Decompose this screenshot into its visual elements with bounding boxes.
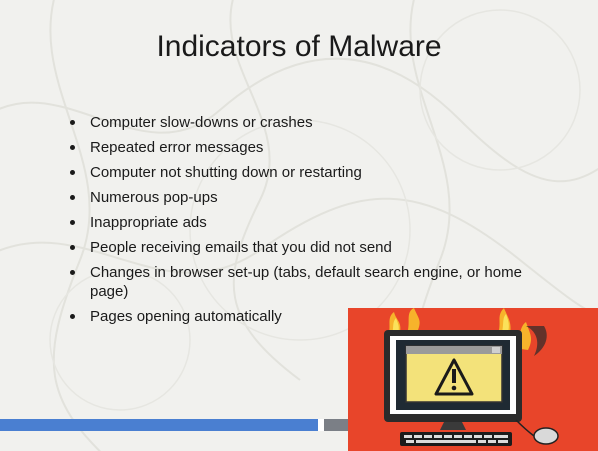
- burning-computer-warning-icon: [348, 308, 598, 451]
- bullet-text: Inappropriate ads: [90, 214, 207, 231]
- bullet-list: Computer slow-downs or crashes Repeated …: [66, 113, 536, 332]
- bullet-dot-icon: [70, 270, 75, 275]
- bullet-text: Computer not shutting down or restarting: [90, 164, 362, 181]
- bullet-item: Computer slow-downs or crashes: [66, 113, 536, 132]
- bullet-dot-icon: [70, 120, 75, 125]
- slide-title: Indicators of Malware: [156, 30, 442, 63]
- bullet-item: Computer not shutting down or restarting: [66, 163, 536, 182]
- bullet-item: People receiving emails that you did not…: [66, 238, 536, 257]
- bullet-dot-icon: [70, 145, 75, 150]
- bullet-text: Computer slow-downs or crashes: [90, 114, 313, 131]
- bullet-dot-icon: [70, 170, 75, 175]
- bullet-text: Repeated error messages: [90, 139, 264, 156]
- bullet-dot-icon: [70, 195, 75, 200]
- bullet-text: Changes in browser set-up (tabs, default…: [90, 264, 522, 300]
- bullet-dot-icon: [70, 245, 75, 250]
- bullet-item: Numerous pop-ups: [66, 188, 536, 207]
- footer-bar-blue: [0, 419, 318, 431]
- bullet-text: Pages opening automatically: [90, 308, 282, 325]
- bullet-item: Inappropriate ads: [66, 213, 536, 232]
- bullet-item: Repeated error messages: [66, 138, 536, 157]
- bullet-item: Changes in browser set-up (tabs, default…: [66, 263, 536, 301]
- bullet-text: Numerous pop-ups: [90, 189, 218, 206]
- slide: Indicators of Malware Computer slow-down…: [0, 0, 598, 451]
- bullet-dot-icon: [70, 314, 75, 319]
- bullet-text: People receiving emails that you did not…: [90, 239, 392, 256]
- bullet-dot-icon: [70, 220, 75, 225]
